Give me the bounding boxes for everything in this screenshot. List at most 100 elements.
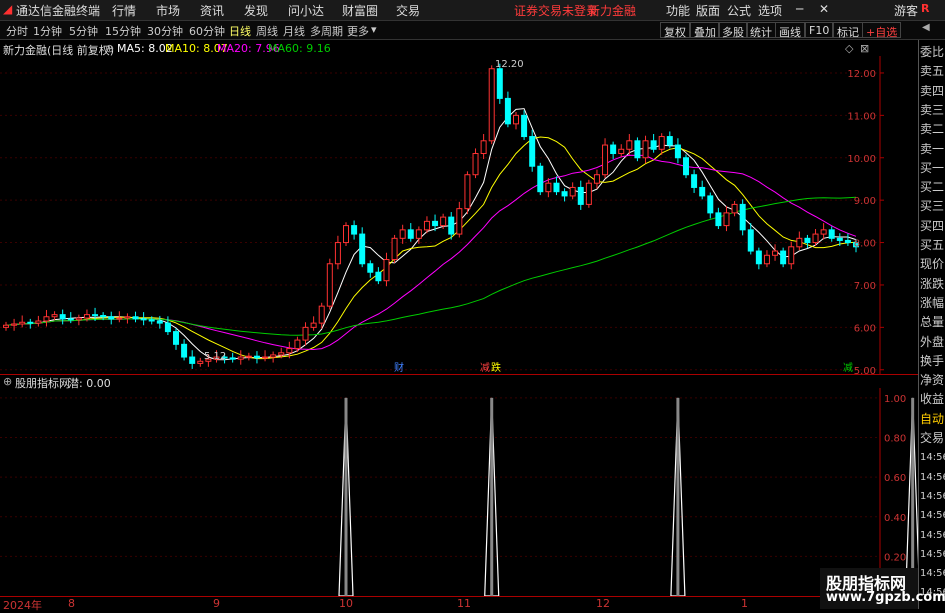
- candle-body[interactable]: [351, 225, 358, 235]
- candle-body[interactable]: [504, 97, 511, 125]
- dropdown-arrow-icon[interactable]: ▾: [371, 23, 377, 36]
- candle-body[interactable]: [51, 314, 58, 318]
- candle-body[interactable]: [585, 182, 592, 205]
- tool-draw-button[interactable]: 画线: [775, 22, 805, 39]
- candle-body[interactable]: [529, 136, 536, 167]
- event-marker[interactable]: 减: [480, 359, 490, 374]
- candle-body[interactable]: [399, 229, 406, 239]
- candle-body[interactable]: [124, 316, 131, 319]
- candle-body[interactable]: [359, 233, 366, 265]
- period-item[interactable]: 周线: [256, 23, 278, 39]
- candle-body[interactable]: [262, 356, 269, 359]
- candle-body[interactable]: [92, 314, 99, 317]
- candle-body[interactable]: [375, 271, 382, 282]
- candle-body[interactable]: [278, 352, 285, 356]
- refresh-icon[interactable]: R: [921, 2, 929, 15]
- candle-body[interactable]: [253, 355, 260, 359]
- candle-body[interactable]: [116, 317, 123, 320]
- candle-body[interactable]: [569, 186, 576, 197]
- candlestick-chart[interactable]: 5.00 6.00 7.00 8.00 9.00 10.00 11.00 12.00: [0, 56, 918, 374]
- candle-body[interactable]: [650, 140, 657, 150]
- candle-body[interactable]: [836, 237, 843, 241]
- candle-body[interactable]: [229, 357, 236, 360]
- indicator-chart[interactable]: 0.20 0.40 0.60 0.80 1.00: [0, 388, 918, 596]
- period-item[interactable]: 月线: [283, 23, 305, 39]
- candle-body[interactable]: [626, 140, 633, 150]
- candle-body[interactable]: [755, 250, 762, 265]
- candle-body[interactable]: [715, 212, 722, 227]
- event-marker[interactable]: 财: [394, 359, 404, 374]
- candle-body[interactable]: [707, 195, 714, 214]
- candle-body[interactable]: [310, 322, 317, 328]
- menu-ask[interactable]: 问小达: [288, 2, 324, 19]
- candle-body[interactable]: [739, 203, 746, 231]
- candle-body[interactable]: [634, 140, 641, 159]
- menu-news[interactable]: 资讯: [200, 2, 224, 19]
- candle-body[interactable]: [448, 216, 455, 235]
- candle-body[interactable]: [780, 250, 787, 265]
- candle-body[interactable]: [683, 157, 689, 176]
- candle-body[interactable]: [140, 318, 147, 321]
- candle-body[interactable]: [302, 326, 309, 341]
- minimize-icon[interactable]: ─: [796, 2, 803, 16]
- candle-body[interactable]: [43, 316, 50, 322]
- candle-body[interactable]: [561, 191, 568, 197]
- candle-body[interactable]: [415, 229, 422, 239]
- tool-multi-button[interactable]: 多股: [718, 22, 748, 39]
- candle-body[interactable]: [521, 114, 528, 138]
- candle-body[interactable]: [156, 320, 163, 324]
- candle-body[interactable]: [788, 246, 795, 265]
- tool-stats-button[interactable]: 统计: [746, 22, 776, 39]
- candle-body[interactable]: [35, 320, 42, 324]
- event-marker[interactable]: 跌: [491, 359, 501, 374]
- candle-body[interactable]: [480, 140, 487, 155]
- candle-body[interactable]: [666, 136, 673, 146]
- candle-body[interactable]: [100, 314, 107, 318]
- candle-body[interactable]: [602, 144, 609, 176]
- candle-body[interactable]: [83, 314, 90, 319]
- candle-body[interactable]: [132, 316, 139, 320]
- candle-body[interactable]: [553, 182, 560, 193]
- indicator-toggle-icon[interactable]: ⊕: [3, 375, 12, 388]
- candle-body[interactable]: [75, 317, 82, 321]
- candle-body[interactable]: [11, 323, 18, 326]
- candle-body[interactable]: [577, 186, 584, 205]
- candle-body[interactable]: [796, 237, 803, 248]
- guest-label[interactable]: 游客: [894, 2, 918, 19]
- menu-market[interactable]: 市场: [156, 2, 180, 19]
- candle-body[interactable]: [245, 355, 252, 358]
- event-marker[interactable]: 减: [843, 359, 853, 374]
- candle-body[interactable]: [270, 354, 277, 358]
- candle-body[interactable]: [181, 343, 188, 358]
- candle-body[interactable]: [828, 229, 835, 239]
- candle-body[interactable]: [618, 148, 625, 155]
- add-watchlist-button[interactable]: +自选: [862, 22, 902, 39]
- candle-body[interactable]: [472, 153, 479, 176]
- period-item[interactable]: 15分钟: [105, 23, 141, 39]
- candle-body[interactable]: [731, 203, 738, 214]
- candle-body[interactable]: [537, 165, 544, 193]
- candle-body[interactable]: [691, 174, 698, 188]
- candle-body[interactable]: [658, 136, 665, 150]
- menu-function[interactable]: 功能: [666, 2, 690, 19]
- candle-body[interactable]: [367, 263, 374, 273]
- tool-overlay-button[interactable]: 叠加: [690, 22, 720, 39]
- candle-body[interactable]: [763, 254, 770, 265]
- candle-body[interactable]: [642, 140, 649, 159]
- candle-body[interactable]: [747, 229, 754, 252]
- candle-body[interactable]: [19, 321, 26, 325]
- menu-trade[interactable]: 交易: [396, 2, 420, 19]
- settings-diamond-icon[interactable]: ◇: [845, 42, 853, 55]
- candle-body[interactable]: [723, 212, 730, 227]
- candle-body[interactable]: [610, 144, 617, 155]
- menu-wealth[interactable]: 财富圈: [342, 2, 378, 19]
- candle-body[interactable]: [674, 144, 681, 159]
- tool-adjust-button[interactable]: 复权: [660, 22, 690, 39]
- period-item-more[interactable]: 更多: [347, 23, 369, 39]
- candle-body[interactable]: [286, 348, 293, 354]
- candle-body[interactable]: [699, 186, 706, 197]
- period-item[interactable]: 多周期: [310, 23, 343, 39]
- candle-body[interactable]: [432, 220, 439, 227]
- menu-layout[interactable]: 版面: [696, 2, 720, 19]
- menu-formula[interactable]: 公式: [727, 2, 751, 19]
